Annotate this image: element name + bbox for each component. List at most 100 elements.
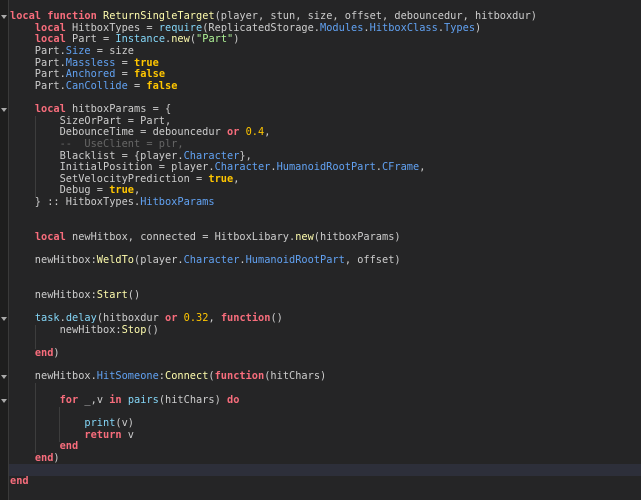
code-token: ) [53, 347, 60, 360]
code-token: newHitbox, connected = HitboxLibary. [65, 230, 296, 243]
code-line[interactable]: end) [10, 451, 641, 465]
code-token: return [84, 428, 122, 441]
code-line[interactable]: local newHitbox, connected = HitboxLibar… [10, 230, 641, 244]
fold-arrow-icon[interactable] [1, 398, 7, 403]
code-token: = size [90, 44, 135, 57]
code-token: true [109, 184, 135, 197]
code-token: or [226, 126, 240, 139]
code-line[interactable]: end [10, 475, 641, 488]
code-editor[interactable]: local function ReturnSingleTarget(player… [9, 10, 641, 488]
code-token: end [34, 451, 54, 464]
code-token: newHitbox: [10, 289, 97, 301]
code-token: -- UseClient = plr, [10, 137, 184, 150]
code-token: Part. [10, 56, 66, 69]
code-token: local [34, 103, 66, 115]
code-token: true [134, 56, 159, 69]
code-token: () [270, 312, 283, 325]
code-line[interactable]: } :: HitboxTypes.HitboxParams [10, 196, 641, 209]
fold-arrow-icon[interactable] [1, 108, 7, 112]
fold-arrow-icon[interactable] [1, 375, 7, 380]
code-token: (hitboxdur [96, 312, 166, 325]
code-token: end [59, 440, 79, 453]
code-token: Blacklist = {player. [10, 149, 184, 162]
code-token: pairs [127, 393, 159, 406]
code-token: Connect [165, 370, 209, 383]
code-token: = [115, 68, 135, 81]
code-token: new [171, 33, 190, 46]
code-token: (v) [115, 416, 135, 429]
code-token: Part. [10, 44, 66, 57]
code-token: (hitboxParams) [313, 230, 401, 243]
code-token: Part. [10, 79, 66, 92]
code-token: local [34, 230, 66, 243]
code-token: (ReplicatedStorage. [202, 21, 321, 34]
code-token: HitSomeone [96, 370, 159, 383]
code-token: false [146, 79, 178, 92]
code-line[interactable]: newHitbox.HitSomeone:Connect(function(hi… [10, 371, 641, 383]
code-token: function [214, 370, 265, 383]
code-token: Massless [65, 56, 116, 69]
code-token: Part. [10, 68, 66, 81]
code-token: Types [444, 21, 476, 34]
indent-guide [35, 116, 36, 197]
code-token: 0.4 [245, 126, 265, 139]
code-line[interactable]: newHitbox:Stop() [10, 323, 641, 337]
current-code-line[interactable] [9, 464, 641, 476]
fold-arrow-icon[interactable] [1, 317, 7, 322]
code-token: true [208, 172, 234, 185]
code-token: , [264, 126, 271, 139]
fold-arrow-icon[interactable] [1, 15, 7, 19]
code-token: ) [233, 33, 240, 46]
code-line[interactable]: end) [10, 347, 641, 360]
code-token: CFrame [381, 161, 420, 174]
code-token: SetVelocityPrediction = [10, 172, 209, 185]
code-token: for [59, 393, 79, 406]
code-line[interactable] [10, 209, 641, 221]
code-line[interactable]: Part.CanCollide = false [10, 79, 641, 93]
code-token: end [10, 475, 29, 487]
code-token: HitboxParams [140, 196, 215, 208]
code-token: hitboxParams = { [65, 103, 172, 115]
code-line[interactable]: for _,v in pairs(hitChars) do [10, 393, 641, 407]
code-token: Anchored [65, 68, 116, 81]
code-token: end [34, 347, 54, 360]
code-token: ) [475, 21, 482, 34]
code-token: local [34, 33, 66, 46]
code-token: local [34, 21, 66, 34]
code-token: () [146, 323, 159, 336]
code-token: ) [53, 451, 60, 464]
code-token: } :: HitboxTypes. [10, 196, 141, 208]
code-line[interactable] [10, 337, 641, 349]
code-token: = [127, 79, 147, 92]
code-token: HitboxClass [369, 21, 438, 34]
code-token: () [127, 289, 141, 301]
code-token: Modules [320, 21, 364, 34]
code-token: HumanoidRootPart [276, 161, 376, 174]
indent-guide [35, 325, 36, 349]
code-line[interactable]: return v [10, 428, 641, 442]
code-token: newHitbox: [10, 323, 122, 336]
code-token: v [121, 428, 135, 441]
code-token: print [84, 416, 116, 429]
code-line[interactable]: end [10, 440, 641, 453]
code-token: , offset) [344, 254, 401, 267]
code-token: new [295, 230, 314, 243]
code-token: local [10, 10, 41, 22]
code-token: newHitbox. [10, 370, 97, 383]
code-line[interactable] [10, 267, 641, 279]
code-token: Character [214, 161, 271, 174]
code-line[interactable]: newHitbox:Start() [10, 289, 641, 302]
code-token: CanCollide [65, 79, 128, 92]
code-token: , [208, 312, 221, 325]
code-token: newHitbox: [10, 254, 97, 267]
code-token: Start [96, 289, 128, 301]
indent-guide [59, 407, 60, 442]
code-token: "Part" [196, 33, 234, 46]
code-line[interactable]: newHitbox:WeldTo(player.Character.Humano… [10, 254, 641, 267]
code-token: (hitChars) [158, 393, 228, 406]
code-token: , [134, 184, 141, 197]
